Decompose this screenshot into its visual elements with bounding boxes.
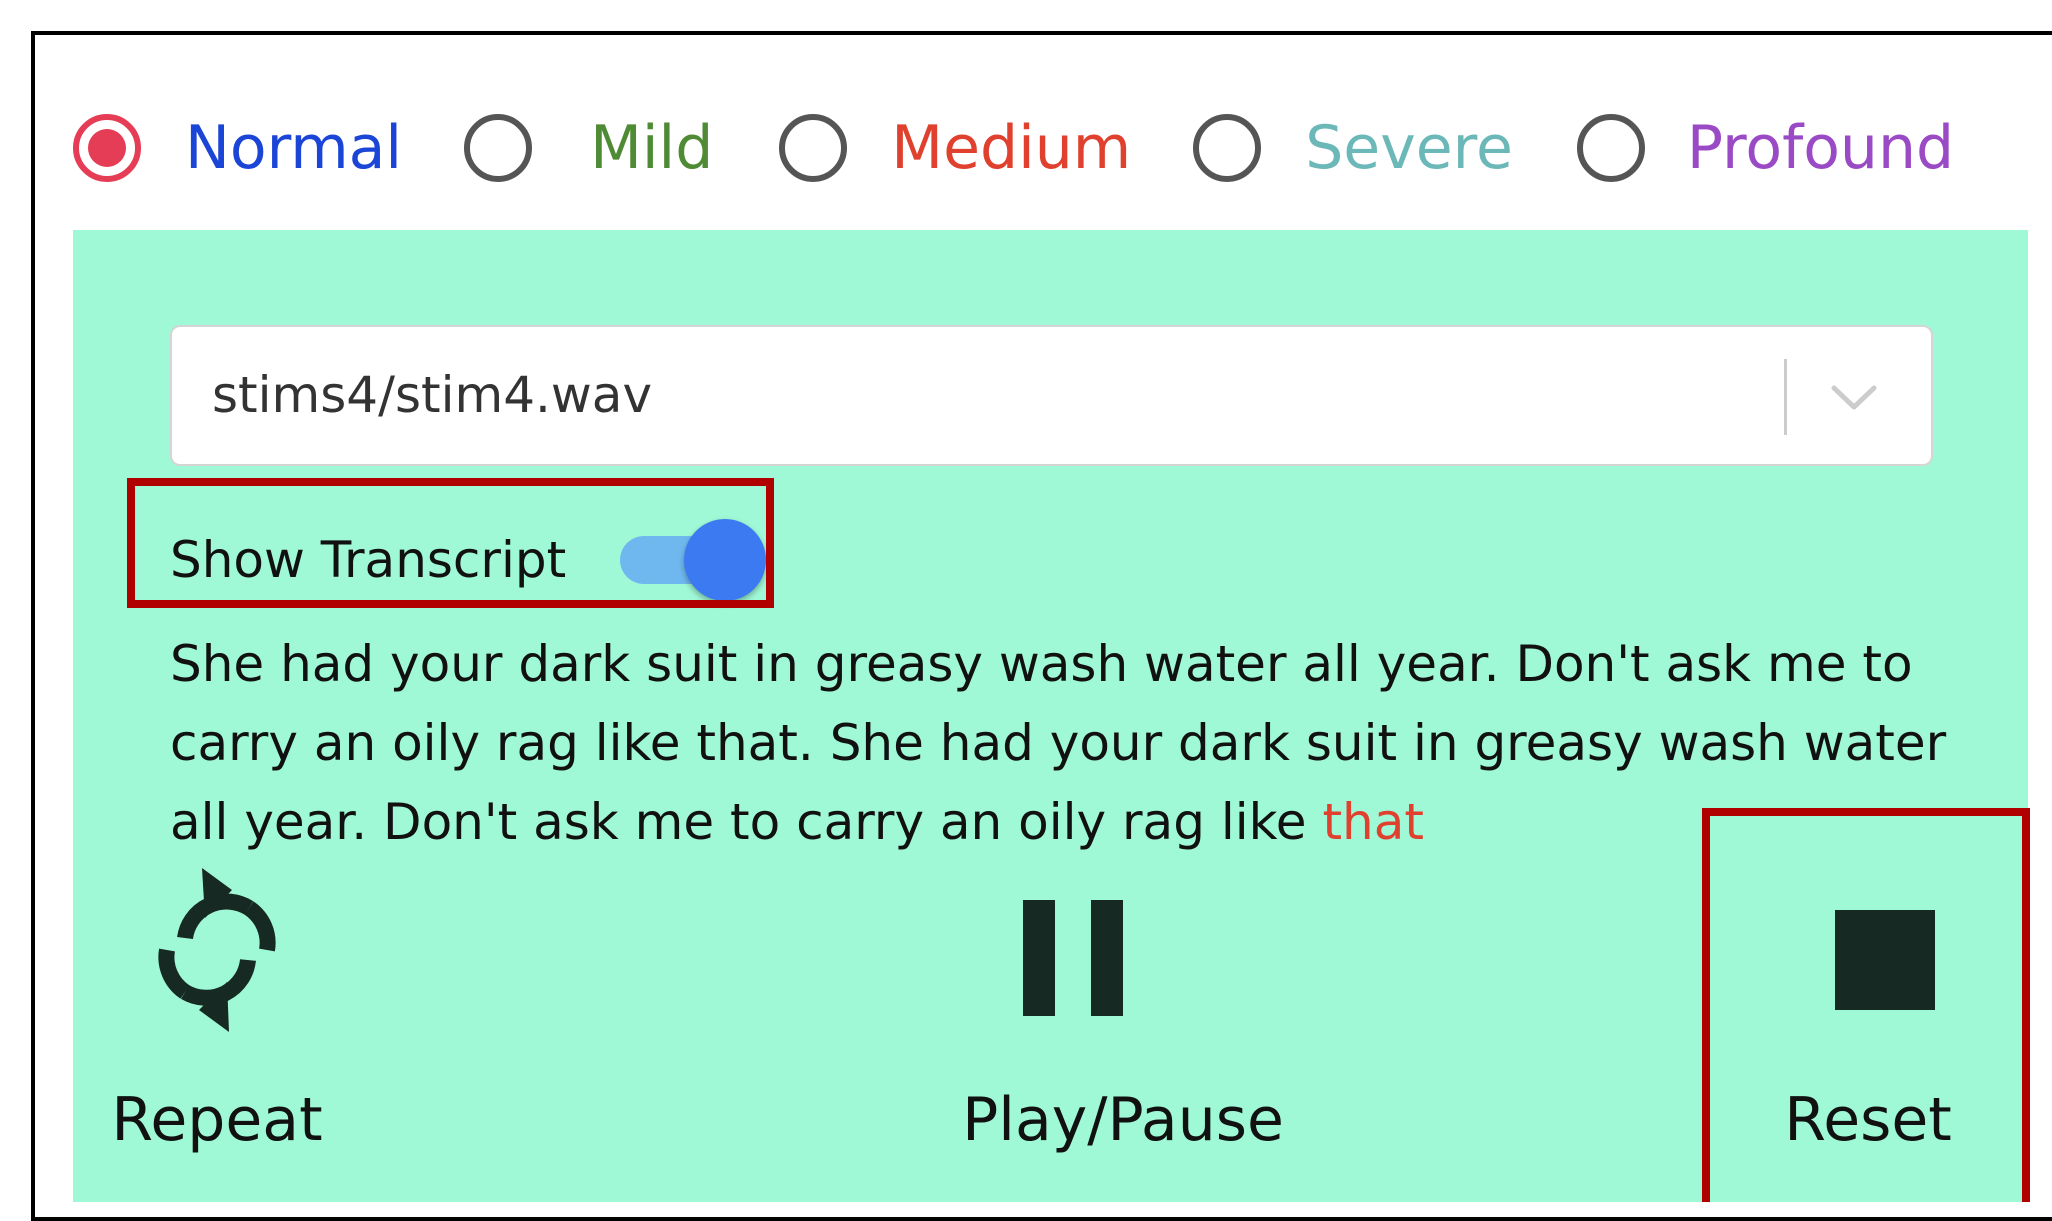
toggle-thumb[interactable] [684, 519, 767, 601]
repeat-icon [158, 868, 276, 1032]
radio-unchecked-icon[interactable] [1576, 114, 1645, 182]
radio-option-profound[interactable]: Profound [1576, 113, 1955, 183]
reset-button[interactable]: Reset [1713, 810, 2013, 1202]
radio-option-mild[interactable]: Mild [464, 114, 713, 182]
player-panel: stims4/stim4.wav Show Transcript She had… [73, 230, 2028, 1202]
play-pause-button[interactable]: Play/Pause [833, 860, 1373, 1200]
radio-option-severe[interactable]: Severe [1193, 114, 1513, 182]
radio-unchecked-icon[interactable] [464, 114, 533, 182]
radio-option-medium[interactable]: Medium [779, 114, 1131, 182]
play-pause-label: Play/Pause [962, 1085, 1284, 1155]
radio-option-normal[interactable]: Normal [73, 114, 402, 182]
radio-label-normal: Normal [185, 113, 403, 183]
transcript-body: She had your dark suit in greasy wash wa… [170, 635, 1947, 851]
radio-label-profound: Profound [1686, 113, 1955, 183]
transcript-text: She had your dark suit in greasy wash wa… [170, 625, 1970, 862]
repeat-label: Repeat [111, 1085, 323, 1155]
show-transcript-toggle-row: Show Transcript [170, 505, 767, 615]
radio-label-severe: Severe [1305, 113, 1513, 183]
show-transcript-toggle[interactable] [616, 519, 767, 601]
radio-unchecked-icon[interactable] [779, 114, 848, 182]
radio-label-medium: Medium [891, 113, 1132, 183]
current-word-highlight: that [1322, 793, 1424, 851]
radio-label-mild: Mild [590, 113, 714, 183]
radio-unchecked-icon[interactable] [1193, 114, 1262, 182]
show-transcript-label: Show Transcript [170, 531, 567, 589]
selected-file-value: stims4/stim4.wav [212, 366, 653, 424]
chevron-down-icon[interactable] [1824, 367, 1884, 427]
pause-icon [1023, 900, 1123, 1016]
radio-checked-icon[interactable] [73, 114, 141, 182]
stop-icon [1835, 910, 1935, 1010]
radio-dot [88, 129, 126, 167]
select-divider [1784, 359, 1787, 435]
repeat-button[interactable]: Repeat [73, 860, 473, 1200]
severity-radio-group: Normal Mild Medium Severe Profound [73, 108, 1954, 188]
reset-label: Reset [1784, 1085, 1952, 1155]
stimulus-file-select[interactable]: stims4/stim4.wav [170, 325, 1933, 466]
